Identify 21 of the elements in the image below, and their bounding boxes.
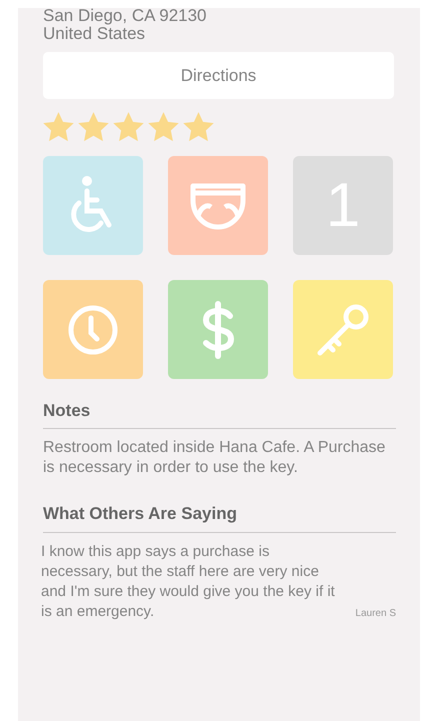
dollar-icon <box>201 300 235 358</box>
clock-icon <box>67 304 119 356</box>
notes-text: Restroom located inside Hana Cafe. A Purchase is necessary in order to use the key. <box>43 438 386 478</box>
star-icon <box>183 112 214 142</box>
star-icon <box>113 112 144 142</box>
diaper-tile[interactable] <box>168 156 268 255</box>
diaper-icon <box>189 182 247 230</box>
star-icon <box>148 112 179 142</box>
address-line: United States <box>43 24 146 44</box>
star-icon <box>43 112 74 142</box>
star-icon <box>78 112 109 142</box>
review-text: I know this app says a purchase is necessary, but the staff here are very nice and I'm sure they would give you the key if it is an emergency. <box>41 542 336 622</box>
address-line: San Diego, CA 92130 <box>43 8 208 26</box>
directions-button[interactable]: Directions <box>43 52 394 99</box>
reviews-heading: What Others Are Saying <box>43 504 396 533</box>
wheelchair-tile[interactable] <box>43 156 143 255</box>
key-tile[interactable] <box>293 280 393 379</box>
clock-tile[interactable] <box>43 280 143 379</box>
notes-heading: Notes <box>43 401 396 429</box>
dollar-tile[interactable] <box>168 280 268 379</box>
review-author: Lauren S <box>355 608 396 621</box>
